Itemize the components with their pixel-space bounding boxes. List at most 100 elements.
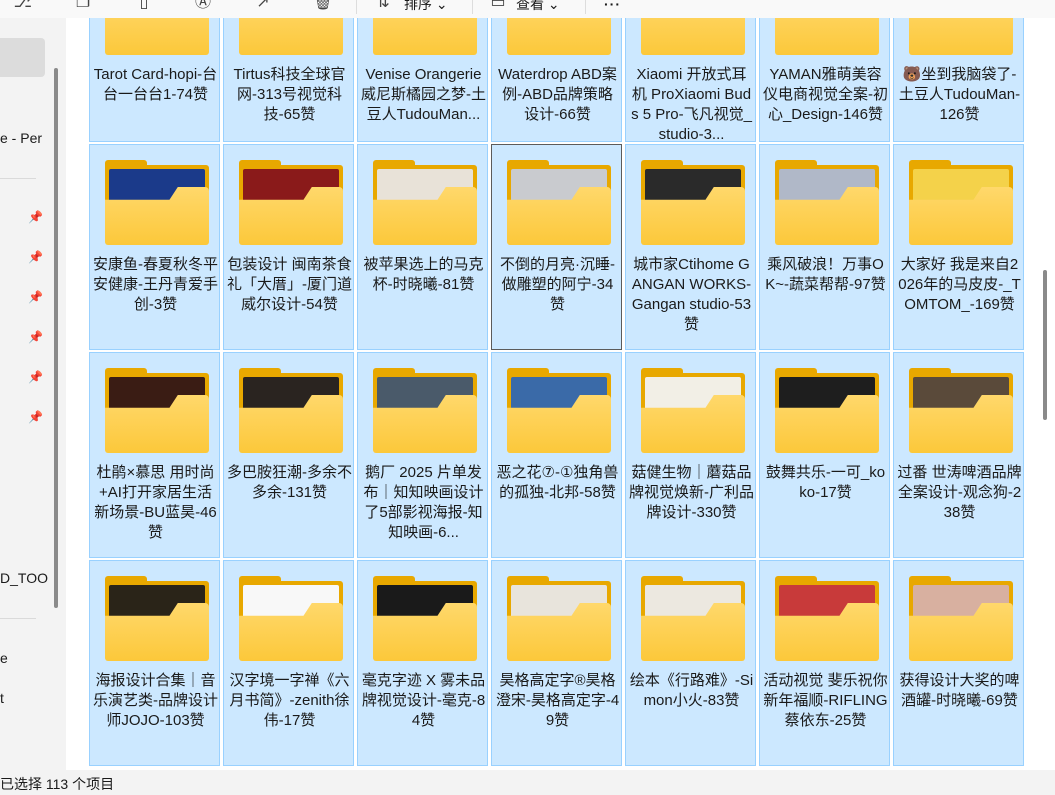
folder-icon bbox=[507, 160, 611, 245]
share-out-icon[interactable]: ↗ bbox=[252, 0, 274, 14]
folder-item[interactable]: Xiaomi 开放式耳机 ProXiaomi Buds 5 Pro-飞凡视觉_s… bbox=[625, 18, 756, 142]
status-prefix: 已 bbox=[0, 776, 14, 792]
folder-icon bbox=[641, 160, 745, 245]
folder-name: 被苹果选上的马克杯-时晓曦-81赞 bbox=[363, 256, 484, 293]
folder-icon bbox=[775, 18, 879, 55]
folder-item[interactable]: 杜鹃×慕思 用时尚+AI打开家居生活新场景-BU蓝昊-46赞 bbox=[89, 352, 220, 558]
folder-item[interactable]: 包装设计 闽南茶食礼「大厝」-厦门道威尔设计-54赞 bbox=[223, 144, 354, 350]
pin-icon: 📌 bbox=[28, 250, 43, 264]
delete-icon[interactable]: 🗑 bbox=[312, 0, 334, 14]
copy-icon[interactable]: ❐ bbox=[72, 0, 94, 14]
folder-item[interactable]: 鹅厂 2025 片单发布｜知知映画设计了5部影视海报-知知映画-6... bbox=[357, 352, 488, 558]
folder-item[interactable]: 多巴胺狂潮-多余不多余-131赞 bbox=[223, 352, 354, 558]
more-options-button[interactable]: ··· bbox=[604, 0, 621, 14]
folder-item[interactable]: 🐻坐到我脑袋了-土豆人TudouMan-126赞 bbox=[893, 18, 1024, 142]
folder-item[interactable]: 安康鱼-春夏秋冬平安健康-王丹青爱手创-3赞 bbox=[89, 144, 220, 350]
selection-count: 选择 113 个项目 bbox=[14, 776, 115, 792]
content-scrollbar[interactable] bbox=[1043, 270, 1047, 420]
sort-button[interactable]: 排序 ⌄ bbox=[404, 0, 448, 14]
folder-name: 杜鹃×慕思 用时尚+AI打开家居生活新场景-BU蓝昊-46赞 bbox=[94, 464, 217, 541]
folder-name: 不倒的月亮·沉睡-做雕塑的阿宁-34赞 bbox=[500, 256, 615, 313]
sort-label: 排序 bbox=[404, 0, 432, 12]
folder-icon bbox=[909, 18, 1013, 55]
folder-item[interactable]: Tarot Card-hopi-台台一台台1-74赞 bbox=[89, 18, 220, 142]
folder-name: 多巴胺狂潮-多余不多余-131赞 bbox=[227, 464, 352, 501]
folder-item[interactable]: 绘本《行路难》-Simon小火-83赞 bbox=[625, 560, 756, 766]
folder-item[interactable]: 汉字境一字禅《六月书简》-zenith徐伟-17赞 bbox=[223, 560, 354, 766]
folder-name: Waterdrop ABD案例-ABD品牌策略设计-66赞 bbox=[498, 66, 617, 123]
nav-item-label[interactable]: e - Per bbox=[0, 130, 42, 146]
folder-name: 海报设计合集｜音乐演艺类-品牌设计师JOJO-103赞 bbox=[93, 672, 218, 729]
chevron-down-icon: ⌄ bbox=[435, 0, 448, 12]
view-button[interactable]: 查看 ⌄ bbox=[516, 0, 560, 14]
folder-item[interactable]: Tirtus科技全球官网-313号视觉科技-65赞 bbox=[223, 18, 354, 142]
folder-name: 恶之花⑦-①独角兽的孤独-北邦-58赞 bbox=[496, 464, 619, 501]
folder-icon bbox=[641, 368, 745, 453]
folder-icon bbox=[239, 576, 343, 661]
folder-name: 鼓舞共乐-一可_koko-17赞 bbox=[765, 464, 886, 501]
toolbar-divider bbox=[585, 0, 586, 14]
folder-name: 城市家Ctihome GANGAN WORKS-Gangan studio-53… bbox=[631, 256, 752, 333]
folder-icon bbox=[507, 576, 611, 661]
folder-item[interactable]: 过番 世涛啤酒品牌全案设计-观念狗-238赞 bbox=[893, 352, 1024, 558]
folder-name: 菇健生物｜蘑菇品牌视觉焕新-广利品牌设计-330赞 bbox=[629, 464, 754, 521]
status-bar: 已选择 113 个项目 bbox=[0, 770, 1055, 795]
folder-name: 乘风破浪！万事OK~-蔬菜帮帮-97赞 bbox=[765, 256, 886, 293]
folder-item[interactable]: Waterdrop ABD案例-ABD品牌策略设计-66赞 bbox=[491, 18, 622, 142]
paste-icon[interactable]: ▯ bbox=[133, 0, 155, 14]
folder-item[interactable]: 被苹果选上的马克杯-时晓曦-81赞 bbox=[357, 144, 488, 350]
nav-divider bbox=[0, 618, 36, 619]
file-grid: Tarot Card-hopi-台台一台台1-74赞 Tirtus科技全球官网-3… bbox=[66, 18, 1055, 770]
folder-name: YAMAN雅萌美容仪电商视觉全案-初心_Design-146赞 bbox=[763, 66, 888, 123]
sort-icon[interactable]: ⇅ bbox=[372, 0, 394, 14]
pin-icon: 📌 bbox=[28, 210, 43, 224]
folder-icon bbox=[239, 368, 343, 453]
folder-name: 过番 世涛啤酒品牌全案设计-观念狗-238赞 bbox=[897, 464, 1022, 521]
folder-item[interactable]: 大家好 我是来自2026年的马皮皮-_TOMTOM_-169赞 bbox=[893, 144, 1024, 350]
nav-item-label[interactable]: t bbox=[0, 690, 4, 706]
view-icon[interactable]: ▭ bbox=[487, 0, 509, 14]
folder-icon bbox=[909, 160, 1013, 245]
nav-item-label[interactable]: D_TOO bbox=[0, 570, 48, 586]
navigation-pane: e - Per 📌 📌 📌 📌 📌 📌 D_TOO e t bbox=[0, 18, 60, 770]
pin-icon: 📌 bbox=[28, 290, 43, 304]
folder-icon bbox=[507, 368, 611, 453]
folder-item[interactable]: 获得设计大奖的啤酒罐-时晓曦-69赞 bbox=[893, 560, 1024, 766]
folder-name: 安康鱼-春夏秋冬平安健康-王丹青爱手创-3赞 bbox=[93, 256, 218, 313]
folder-icon bbox=[507, 18, 611, 55]
rename-icon[interactable]: Ⓐ bbox=[192, 0, 214, 14]
folder-item[interactable]: 乘风破浪！万事OK~-蔬菜帮帮-97赞 bbox=[759, 144, 890, 350]
folder-icon bbox=[239, 160, 343, 245]
folder-icon bbox=[909, 368, 1013, 453]
view-label: 查看 bbox=[516, 0, 544, 12]
toolbar-divider bbox=[356, 0, 357, 14]
folder-icon bbox=[105, 160, 209, 245]
folder-item[interactable]: Venise Orangerie 威尼斯橘园之梦-土豆人TudouMan... bbox=[357, 18, 488, 142]
folder-icon bbox=[775, 576, 879, 661]
folder-icon bbox=[105, 368, 209, 453]
folder-item[interactable]: 菇健生物｜蘑菇品牌视觉焕新-广利品牌设计-330赞 bbox=[625, 352, 756, 558]
folder-item[interactable]: 不倒的月亮·沉睡-做雕塑的阿宁-34赞 bbox=[491, 144, 622, 350]
nav-selected-item[interactable] bbox=[0, 38, 45, 77]
nav-scrollbar[interactable] bbox=[54, 68, 58, 608]
folder-name: Xiaomi 开放式耳机 ProXiaomi Buds 5 Pro-飞凡视觉_s… bbox=[631, 66, 752, 142]
folder-item[interactable]: 恶之花⑦-①独角兽的孤独-北邦-58赞 bbox=[491, 352, 622, 558]
folder-item[interactable]: 毫克字迹 X 雾未品牌视觉设计-毫克-84赞 bbox=[357, 560, 488, 766]
folder-name: 鹅厂 2025 片单发布｜知知映画设计了5部影视海报-知知映画-6... bbox=[363, 464, 484, 541]
folder-icon bbox=[775, 368, 879, 453]
folder-icon bbox=[373, 160, 477, 245]
folder-icon bbox=[373, 18, 477, 55]
share-icon[interactable]: ⎇ bbox=[12, 0, 34, 14]
folder-item[interactable]: 昊格高定字®昊格澄宋-昊格高定字-49赞 bbox=[491, 560, 622, 766]
folder-item[interactable]: 活动视觉 斐乐祝你新年福顺-RIFLING蔡依东-25赞 bbox=[759, 560, 890, 766]
folder-name: 昊格高定字®昊格澄宋-昊格高定字-49赞 bbox=[495, 672, 620, 729]
nav-item-label[interactable]: e bbox=[0, 650, 8, 666]
pin-icon: 📌 bbox=[28, 370, 43, 384]
folder-item[interactable]: 城市家Ctihome GANGAN WORKS-Gangan studio-53… bbox=[625, 144, 756, 350]
folder-name: Tirtus科技全球官网-313号视觉科技-65赞 bbox=[233, 66, 346, 123]
folder-item[interactable]: 海报设计合集｜音乐演艺类-品牌设计师JOJO-103赞 bbox=[89, 560, 220, 766]
folder-item[interactable]: YAMAN雅萌美容仪电商视觉全案-初心_Design-146赞 bbox=[759, 18, 890, 142]
folder-item[interactable]: 鼓舞共乐-一可_koko-17赞 bbox=[759, 352, 890, 558]
folder-icon bbox=[641, 576, 745, 661]
chevron-down-icon: ⌄ bbox=[547, 0, 560, 12]
